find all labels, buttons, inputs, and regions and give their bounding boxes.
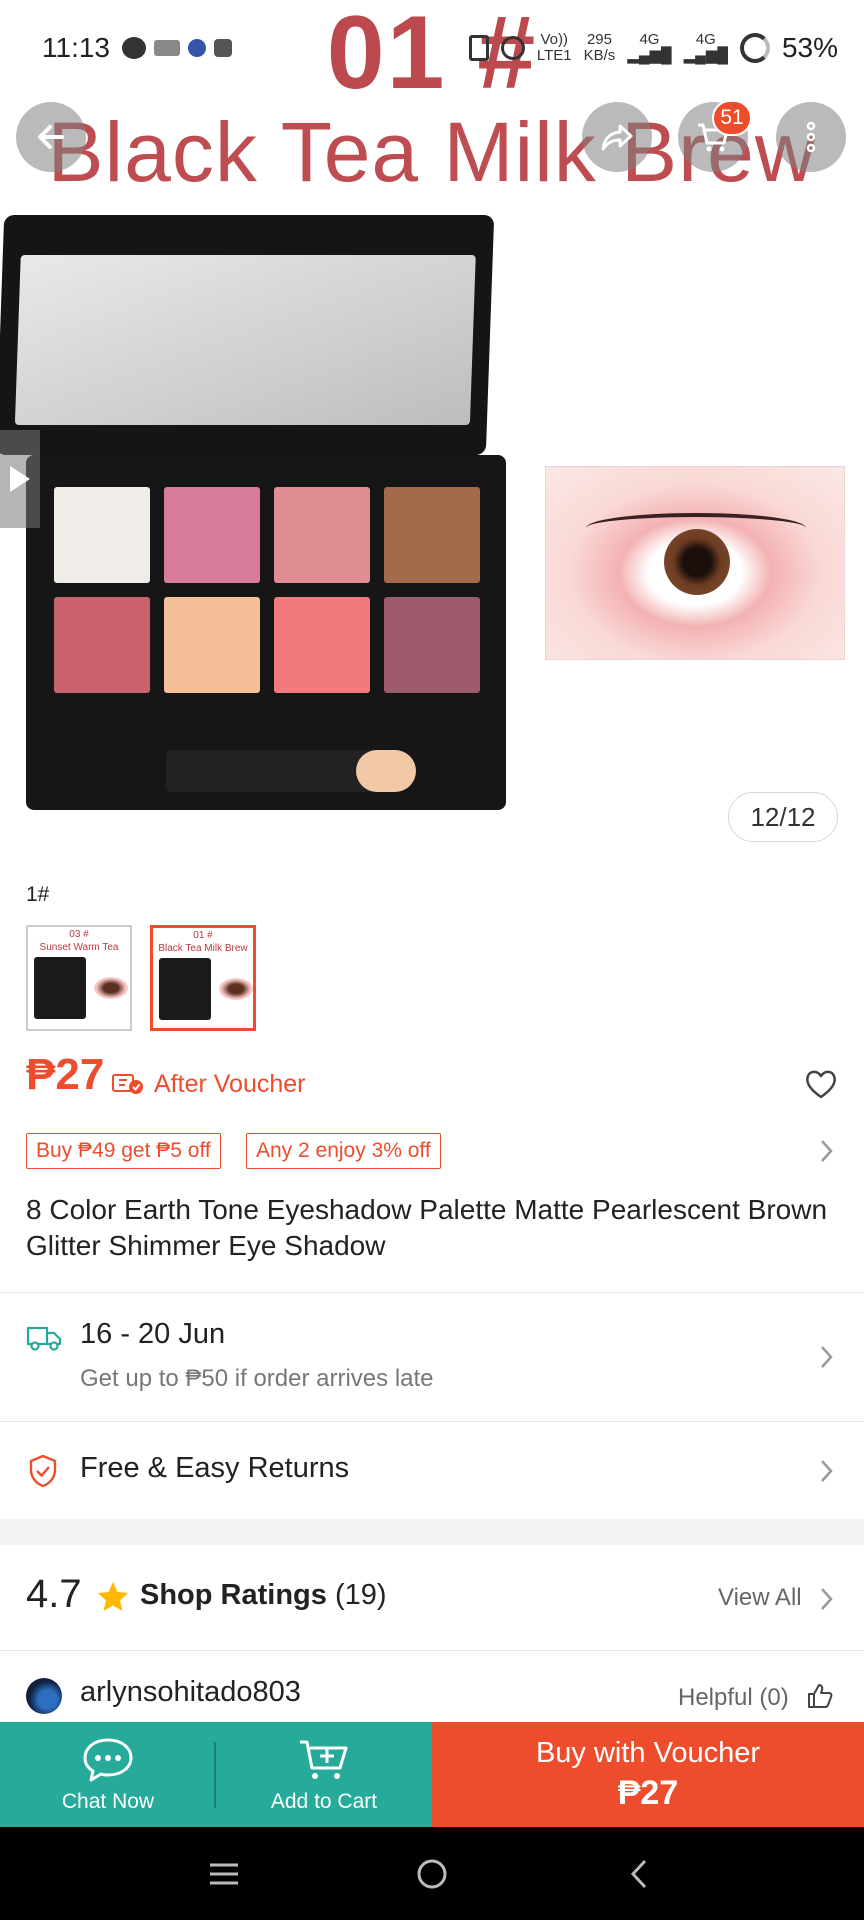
buy-with-voucher-button[interactable]: Buy with Voucher ₱27 [432, 1722, 864, 1827]
chat-icon [83, 1738, 133, 1781]
share-button[interactable] [582, 102, 652, 172]
buy-with-voucher-label: Buy with Voucher [535, 1736, 761, 1769]
battery-percent: 53% [781, 32, 838, 63]
vibrate-icon [468, 35, 489, 61]
add-to-cart-button[interactable]: Add to Cart [216, 1722, 432, 1827]
avatar [26, 1678, 62, 1714]
variation-option-black-tea-milk-brew[interactable]: 01 # Black Tea Milk Brew [150, 925, 256, 1031]
chevron-right-icon [821, 1588, 833, 1610]
product-title: 8 Color Earth Tone Eyeshadow Palette Mat… [26, 1194, 828, 1261]
arrow-left-icon [38, 125, 64, 149]
sim-card-icon [154, 40, 180, 56]
eye-makeup-photo [545, 466, 845, 660]
signal-1-icon: 4G ▂▄▆█ [627, 31, 672, 64]
battery-icon [739, 33, 770, 63]
shop-ratings-label: Shop Ratings [140, 1579, 327, 1611]
shop-ratings-count: (19) [334, 1579, 387, 1611]
network-speed: 295 KB/s [583, 31, 616, 64]
divider [214, 1742, 216, 1808]
helpful-button[interactable]: Helpful (0) [678, 1684, 789, 1712]
share-icon [601, 124, 633, 151]
variation-option-name: Sunset Warm Tea [39, 942, 119, 953]
system-navigation-bar [0, 1827, 864, 1920]
promo-tag-bundle-discount[interactable]: Any 2 enjoy 3% off [246, 1133, 441, 1169]
menu-icon[interactable] [204, 1854, 244, 1894]
image-counter: 12/12 [728, 792, 838, 842]
variation-option-name: Black Tea Milk Brew [158, 943, 248, 954]
volte-indicator: Vo)) LTE1 [536, 31, 572, 64]
play-video-tab[interactable] [0, 430, 40, 528]
home-icon[interactable] [412, 1854, 452, 1894]
chevron-right-icon [821, 1460, 833, 1482]
after-voucher-label: After Voucher [154, 1070, 306, 1098]
add-to-cart-label: Add to Cart [270, 1789, 378, 1813]
delivery-date-range: 16 - 20 Jun [80, 1318, 226, 1350]
shop-ratings-heading: Shop Ratings (19) [140, 1579, 387, 1612]
chat-now-button[interactable]: Chat Now [0, 1722, 216, 1827]
back-button[interactable] [16, 102, 86, 172]
back-nav-icon[interactable] [620, 1854, 660, 1894]
signal-2-icon: 4G ▂▄▆█ [683, 31, 728, 64]
variation-option-sunset-warm-tea[interactable]: 03 # Sunset Warm Tea [26, 925, 132, 1031]
free-returns-label: Free & Easy Returns [80, 1452, 350, 1484]
shop-rating-score: 4.7 [26, 1572, 82, 1616]
status-time: 11:13 [42, 32, 110, 63]
variation-option-number: 03 # [69, 929, 89, 940]
status-bar: 11:13 Vo)) LTE1 295 KB/s 4G ▂▄▆█ 4G ▂▄▆█ 53% [0, 0, 864, 96]
variation-label: 1# [26, 883, 50, 906]
view-all-label: View All [718, 1584, 802, 1611]
section-divider [0, 1519, 864, 1545]
chevron-right-icon[interactable] [816, 1136, 836, 1166]
promo-tag-spend-discount[interactable]: Buy ₱49 get ₱5 off [26, 1133, 221, 1169]
cart-plus-icon [300, 1740, 348, 1779]
bottom-action-bar: Chat Now Add to Cart Buy with Voucher ₱2… [0, 1722, 864, 1827]
variation-eye-thumbnail [94, 977, 128, 999]
variation-palette-thumbnail [34, 957, 86, 1019]
divider [0, 1292, 864, 1293]
voucher-icon [112, 1074, 143, 1094]
cart-count-badge: 51 [712, 100, 752, 136]
shield-check-icon [29, 1454, 57, 1488]
reviewer-username: arlynsohitado803 [80, 1676, 301, 1708]
divider [0, 1650, 864, 1651]
more-vertical-icon [806, 121, 816, 153]
late-delivery-guarantee: Get up to ₱50 if order arrives late [80, 1365, 434, 1392]
message-notification-icon [122, 37, 146, 59]
variation-palette-thumbnail [159, 958, 211, 1020]
product-price: ₱27 [26, 1050, 105, 1099]
divider [0, 1421, 864, 1422]
chevron-right-icon [821, 1346, 833, 1368]
variation-eye-thumbnail [219, 978, 253, 1000]
thumbs-up-icon[interactable] [806, 1682, 834, 1710]
star-icon [98, 1582, 128, 1611]
play-icon [10, 466, 30, 492]
settings-notification-icon [214, 39, 232, 57]
key-icon [500, 36, 525, 60]
app-notification-icon [188, 39, 206, 57]
truck-icon [26, 1326, 62, 1351]
eyeshadow-palette-image [0, 215, 510, 810]
chat-now-label: Chat Now [61, 1789, 155, 1813]
more-options-button[interactable] [776, 102, 846, 172]
variation-option-number: 01 # [193, 930, 213, 941]
heart-icon[interactable] [804, 1068, 838, 1100]
buy-with-voucher-price: ₱27 [617, 1773, 679, 1812]
